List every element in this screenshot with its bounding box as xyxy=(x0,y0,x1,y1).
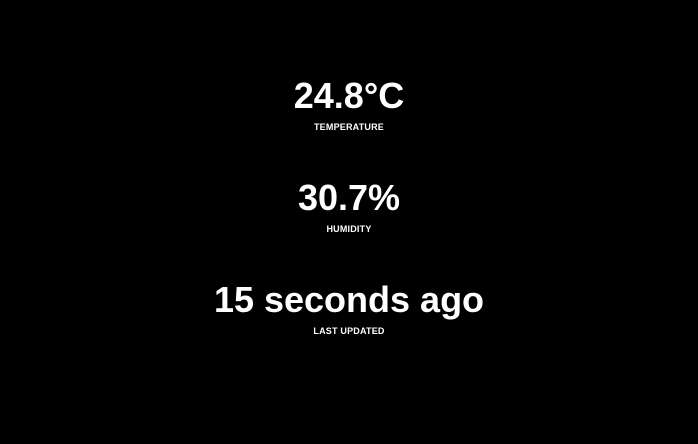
humidity-label: HUMIDITY xyxy=(326,224,372,234)
temperature-reading: 24.8°C TEMPERATURE xyxy=(0,75,698,133)
last-updated-label: LAST UPDATED xyxy=(313,326,385,336)
humidity-reading: 30.7% HUMIDITY xyxy=(0,177,698,235)
sensor-dashboard: 24.8°C TEMPERATURE 30.7% HUMIDITY 15 sec… xyxy=(0,0,698,444)
humidity-value: 30.7% xyxy=(297,177,401,218)
last-updated-value: 15 seconds ago xyxy=(213,279,485,320)
last-updated-reading: 15 seconds ago LAST UPDATED xyxy=(0,279,698,337)
temperature-value: 24.8°C xyxy=(293,75,405,116)
temperature-label: TEMPERATURE xyxy=(313,122,385,132)
